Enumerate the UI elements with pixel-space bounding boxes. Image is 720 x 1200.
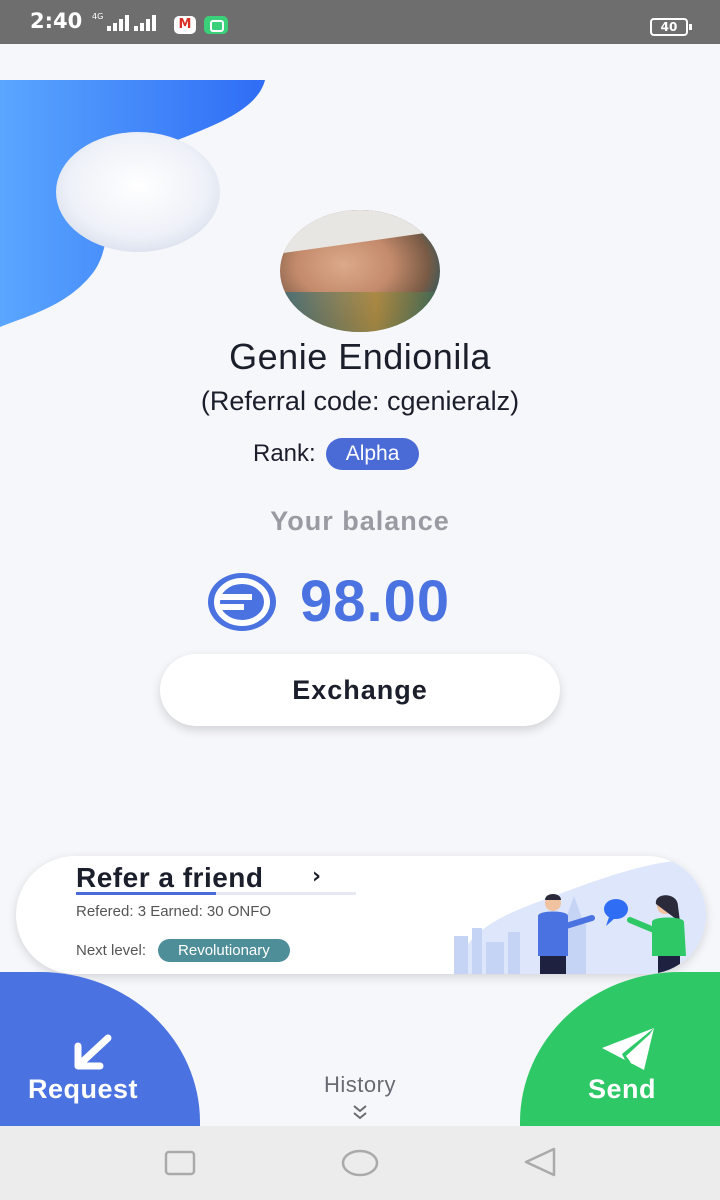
- network-label: 4G: [92, 12, 104, 21]
- gmail-icon: M: [174, 16, 196, 34]
- status-bar: 2:40 4G M 40: [0, 0, 720, 44]
- messages-app-icon: [204, 16, 228, 34]
- back-icon[interactable]: [522, 1146, 558, 1178]
- user-name: Genie Endionila: [229, 336, 491, 377]
- refer-stats: Refered: 3 Earned: 30 ONFO: [76, 903, 272, 920]
- battery-icon: 40: [650, 18, 692, 36]
- arrow-down-left-icon: [74, 1034, 112, 1070]
- balance-row: 98.00: [206, 568, 450, 635]
- rank-label: Rank:: [253, 440, 316, 467]
- rank-row: Rank: Alpha: [253, 438, 420, 470]
- refer-progress-underline: [76, 892, 356, 895]
- home-icon[interactable]: [340, 1148, 380, 1178]
- send-button[interactable]: Send: [520, 972, 720, 1128]
- signal-4g-icon: 4G: [92, 12, 130, 31]
- recent-apps-icon[interactable]: [164, 1150, 196, 1176]
- signal-icon: [134, 15, 156, 31]
- balance-title: Your balance: [270, 506, 450, 536]
- status-time: 2:40: [30, 9, 83, 33]
- paper-plane-icon: [602, 1028, 654, 1070]
- double-chevron-down-icon[interactable]: [350, 1103, 370, 1123]
- next-level-badge: Revolutionary: [158, 939, 290, 962]
- rank-badge: Alpha: [325, 438, 420, 470]
- avatar[interactable]: [280, 210, 440, 332]
- next-level-row: Next level: Revolutionary: [76, 939, 290, 962]
- background-decoration: [0, 80, 265, 327]
- refer-friend-card[interactable]: Refer a friend › Refered: 3 Earned: 30 O…: [16, 856, 706, 974]
- referral-code: (Referral code: cgenieralz): [200, 386, 520, 416]
- chevron-right-icon[interactable]: ›: [312, 864, 321, 889]
- history-link[interactable]: History: [0, 1072, 720, 1098]
- balance-value: 98.00: [300, 569, 451, 634]
- refer-title[interactable]: Refer a friend: [76, 862, 264, 894]
- onfo-coin-icon: [208, 572, 276, 631]
- people-chatting-illustration: [454, 860, 706, 974]
- next-level-label: Next level:: [76, 942, 147, 959]
- exchange-button[interactable]: Exchange: [160, 654, 560, 726]
- system-nav-bar: [0, 1126, 720, 1200]
- request-button[interactable]: Request: [0, 972, 200, 1128]
